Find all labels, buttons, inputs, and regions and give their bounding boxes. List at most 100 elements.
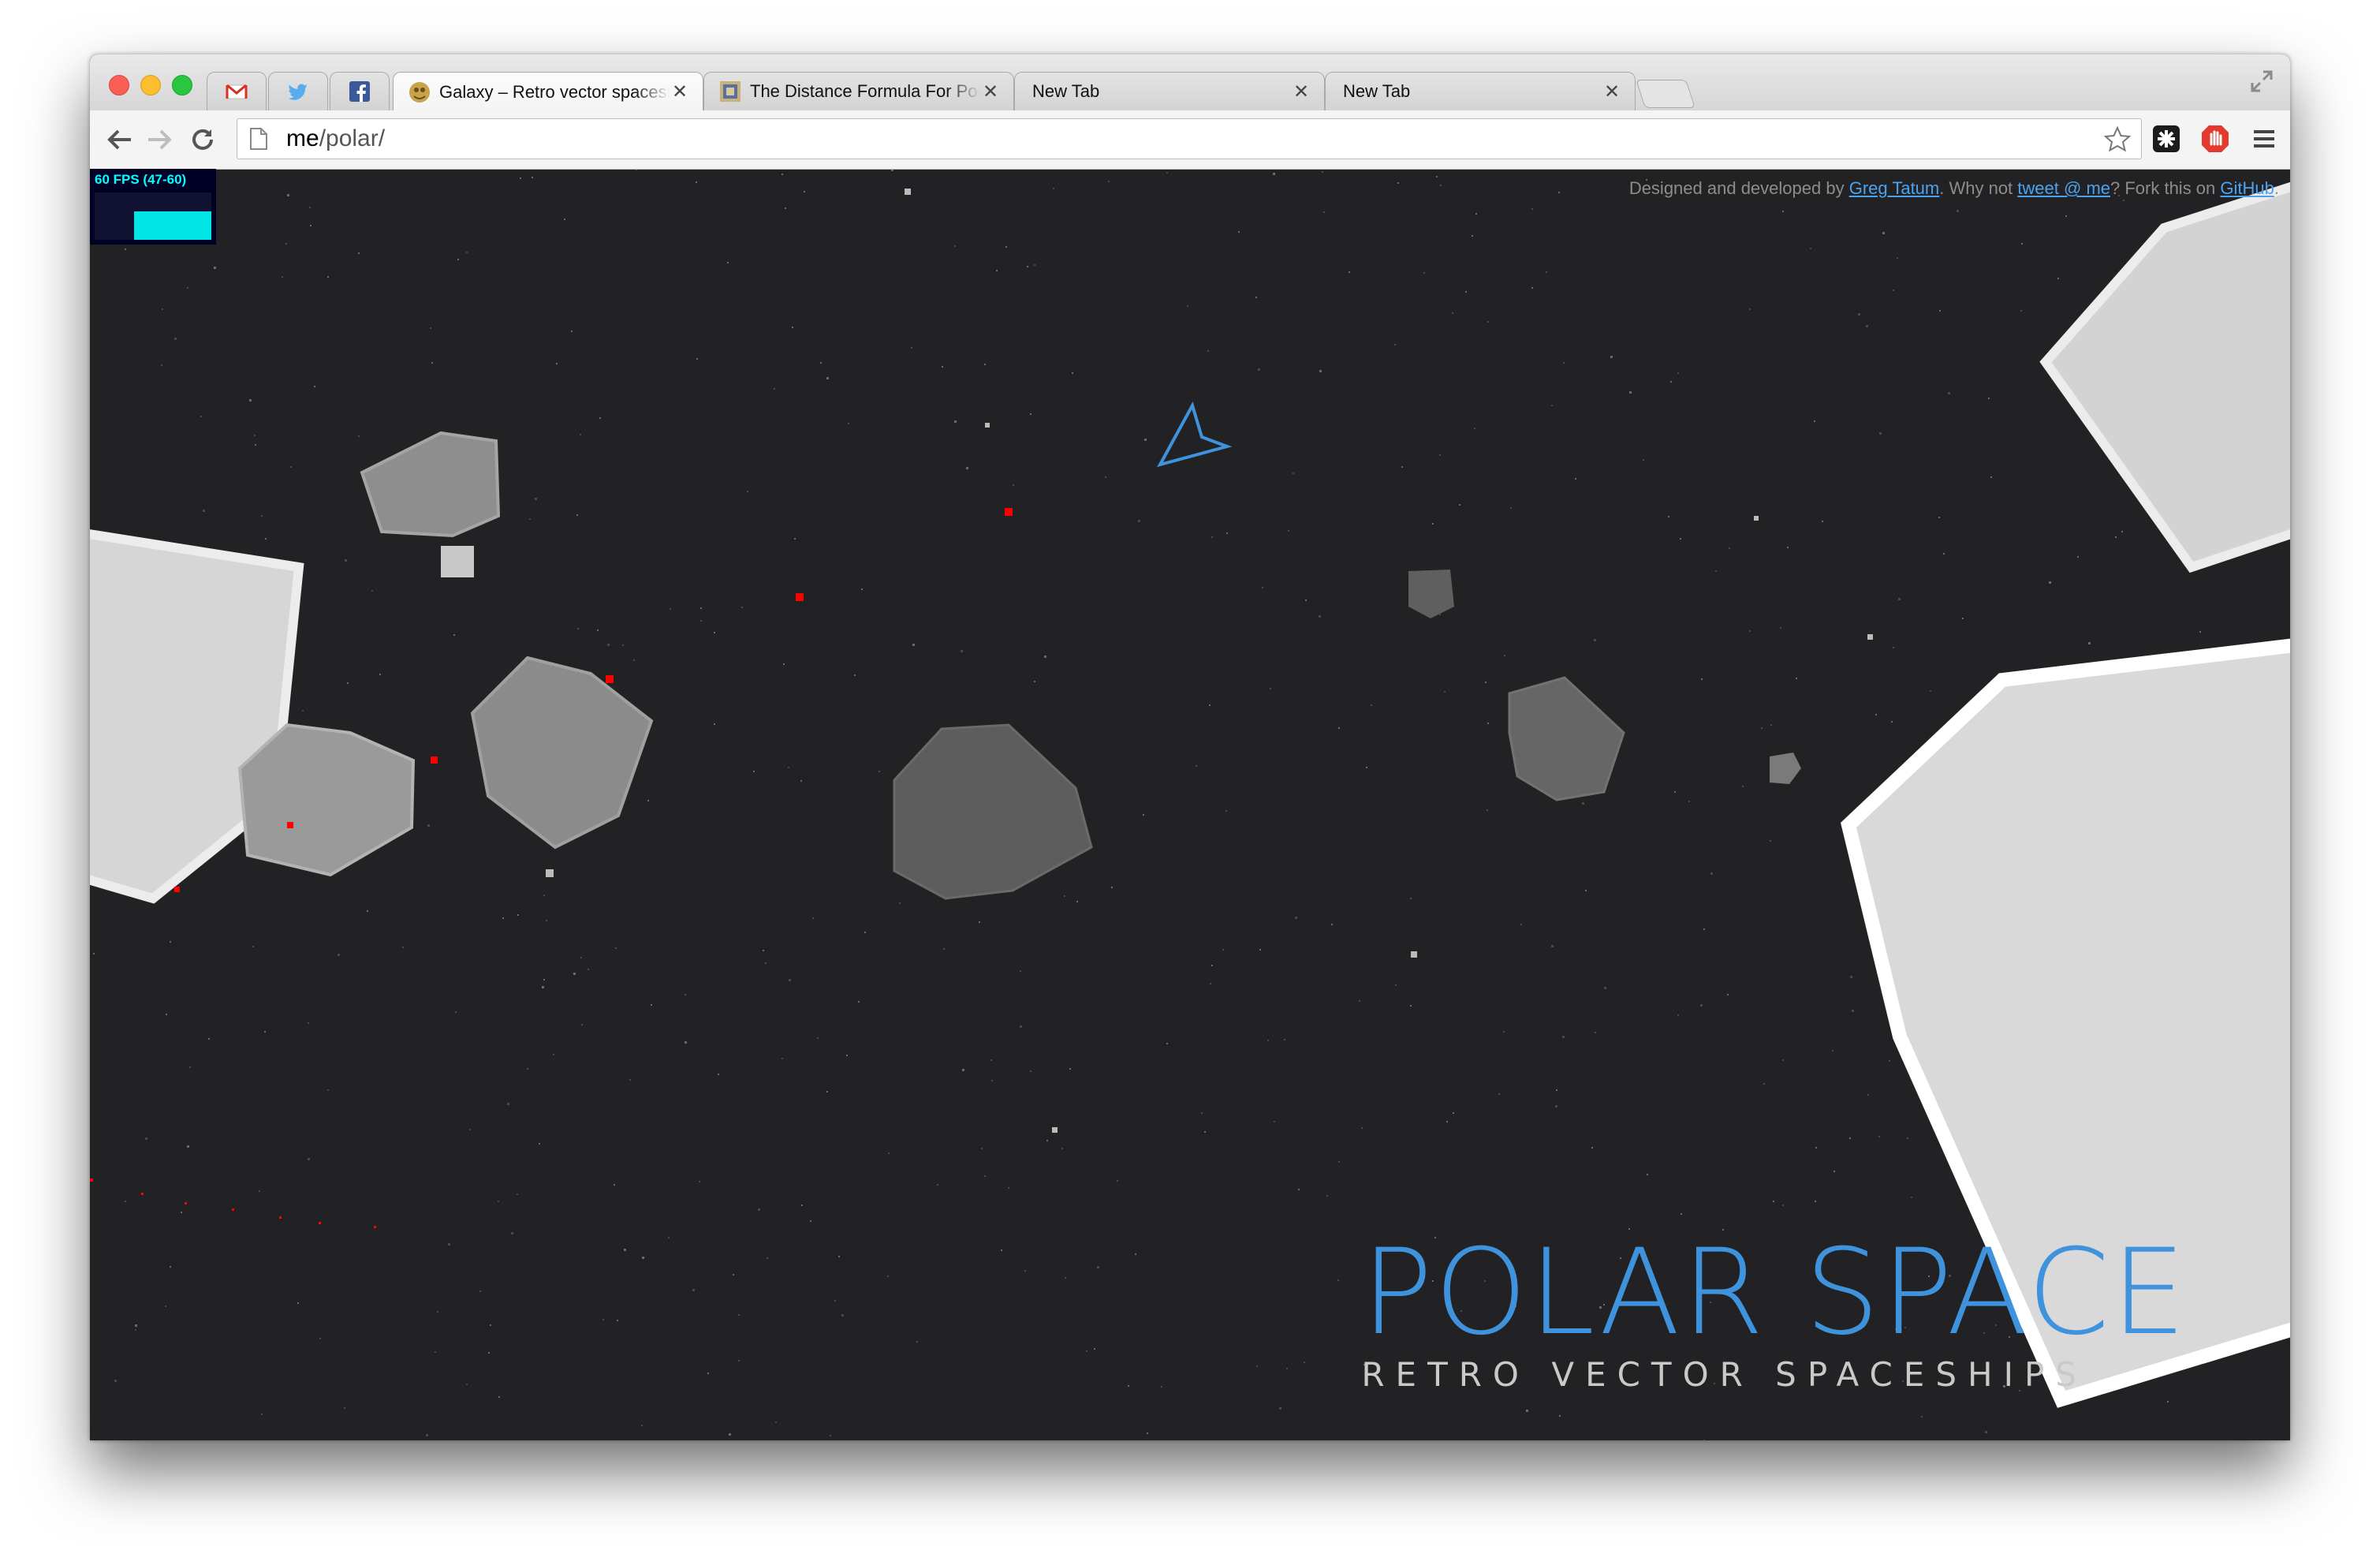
zoom-window-button[interactable] [172,75,192,95]
player-ship[interactable] [1156,401,1233,468]
star [615,947,617,949]
star [624,1249,626,1251]
star [344,1407,345,1409]
back-arrow-icon[interactable] [104,125,134,155]
star [1166,172,1168,174]
star [379,674,381,675]
star [961,650,963,652]
star [1262,587,1263,588]
bullet [90,1178,93,1182]
star [826,1091,828,1093]
star [1889,1060,1890,1062]
game-subtitle: RETRO VECTOR SPACESHIPS [1361,1355,2087,1394]
star [581,1024,583,1025]
tweet-link[interactable]: tweet @ me [2017,178,2110,198]
star [1990,476,1992,478]
minimize-window-button[interactable] [140,75,161,95]
debris [1411,951,1417,958]
forward-arrow-icon[interactable] [145,125,175,155]
star [261,1414,263,1415]
star [1361,1127,1363,1129]
star [327,276,329,278]
star [774,388,775,390]
star [1319,615,1321,618]
github-link[interactable]: GitHub [2220,178,2274,198]
star [249,399,252,402]
star [597,629,599,631]
star [1773,1201,1774,1202]
star [2021,243,2023,245]
star [1338,1161,1340,1163]
author-link[interactable]: Greg Tatum [1849,178,1940,198]
star [962,1069,964,1071]
star [1487,809,1488,811]
close-tab-icon[interactable]: ✕ [1291,80,1311,103]
tab-strip: Galaxy – Retro vector spaceships ✕ The D… [90,54,2290,111]
star [1323,211,1325,213]
new-tab-button[interactable] [1636,80,1695,108]
star [2088,642,2091,644]
star [1715,570,1717,572]
star [979,921,980,923]
star [854,674,856,676]
star [1668,516,1669,517]
star [1349,271,1350,273]
star [733,1274,734,1276]
star [1030,413,1031,415]
star [1770,724,1772,726]
star [789,979,791,981]
close-window-button[interactable] [109,75,129,95]
star [527,1068,528,1070]
star [916,1341,918,1343]
tab-title: New Tab [1032,81,1100,101]
star [1832,1050,1833,1051]
fps-meter: 60 FPS (47-60) [90,169,216,245]
star [1749,630,1751,632]
tab-new-tab[interactable]: New Tab ✕ [1014,72,1325,110]
star [1531,287,1533,289]
star [1008,1187,1009,1189]
star [1674,791,1676,793]
close-tab-icon[interactable]: ✕ [670,80,690,103]
tab-galaxy[interactable]: Galaxy – Retro vector spaceships ✕ [393,72,703,111]
star [1397,182,1399,184]
bookmark-star-icon[interactable] [2103,125,2132,154]
menu-hamburger-icon[interactable] [2248,122,2281,155]
tab-facebook[interactable] [330,72,390,110]
star [1001,1249,1002,1251]
star [1338,727,1340,729]
star [488,1352,490,1354]
star [1562,1036,1565,1038]
star [1337,1279,1339,1281]
tab-new-tab[interactable]: New Tab ✕ [1325,72,1636,110]
adblock-hand-icon[interactable] [2199,122,2232,155]
star [1286,1368,1288,1369]
star [700,607,702,609]
reload-icon[interactable] [188,125,218,155]
puzzle-extension-icon[interactable] [2150,122,2183,155]
star [1551,945,1554,947]
close-tab-icon[interactable]: ✕ [1602,80,1622,103]
star [1520,924,1522,925]
star [189,1066,191,1068]
star [1204,1131,1206,1133]
tab-distance-formula[interactable]: The Distance Formula For Points ✕ [703,72,1014,110]
star [1439,454,1441,456]
star [564,219,565,220]
star [629,1079,631,1081]
game-title: POLAR SPACE [1361,1224,2188,1361]
star [1962,618,1964,619]
star [1166,1043,1168,1044]
star [535,498,537,500]
star [1144,439,1147,441]
star [1546,271,1547,273]
close-tab-icon[interactable]: ✕ [980,80,1001,103]
star [1359,1000,1360,1002]
fullscreen-icon[interactable] [2249,69,2274,94]
address-bar[interactable]: me/polar/ [237,118,2142,159]
star [1814,420,1815,422]
game-canvas[interactable]: 60 FPS (47-60) Designed and developed by… [90,169,2290,1440]
tab-gmail[interactable] [207,72,267,110]
star [161,364,162,366]
tab-twitter[interactable] [268,72,328,110]
